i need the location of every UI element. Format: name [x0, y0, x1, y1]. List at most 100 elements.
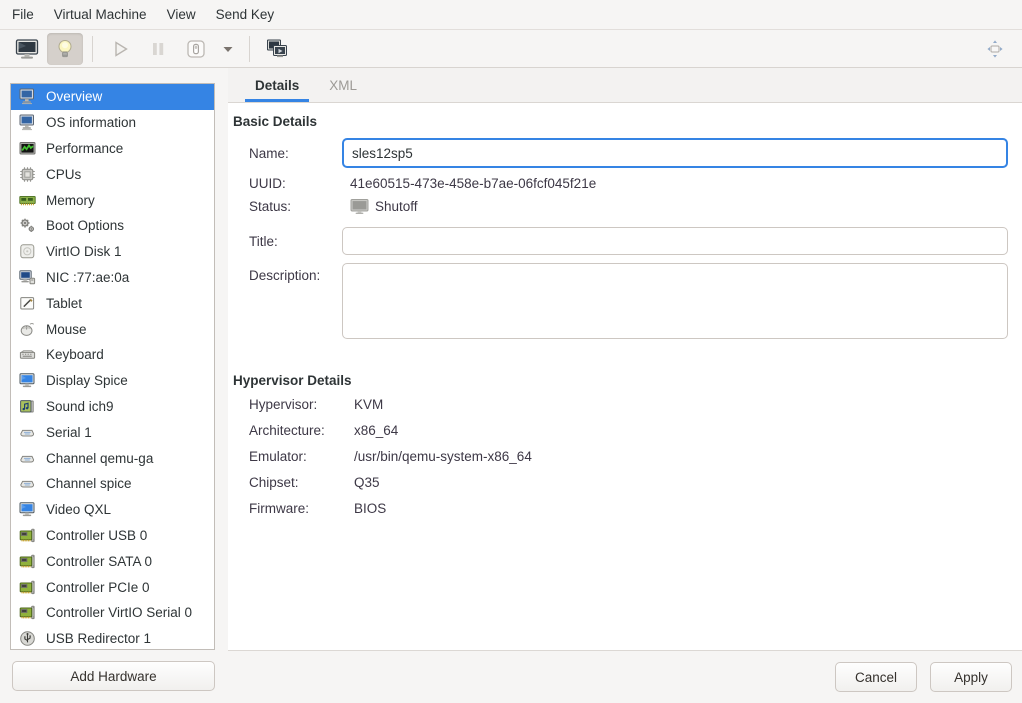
menu-send-key[interactable]: Send Key	[206, 0, 285, 29]
show-console-button[interactable]	[9, 33, 45, 65]
hypervisor-row-label: Architecture:	[249, 423, 342, 438]
shutoff-monitor-icon	[350, 198, 371, 215]
basic-details-heading: Basic Details	[233, 114, 1008, 129]
sidebar-item-tablet[interactable]: Tablet	[11, 290, 214, 316]
sidebar-item-label: USB Redirector 1	[46, 631, 151, 646]
shutdown-icon	[184, 37, 208, 61]
serial-icon	[17, 450, 37, 467]
title-input[interactable]	[342, 227, 1008, 255]
sidebar-item-label: Controller PCIe 0	[46, 580, 150, 595]
hypervisor-row-value: Q35	[342, 475, 380, 490]
sidebar-item-memory[interactable]: Memory	[11, 187, 214, 213]
sidebar-item-controller-sata-0[interactable]: Controller SATA 0	[11, 548, 214, 574]
sidebar-item-boot-options[interactable]: Boot Options	[11, 213, 214, 239]
sidebar-item-label: Controller USB 0	[46, 528, 147, 543]
sidebar-item-controller-usb-0[interactable]: Controller USB 0	[11, 523, 214, 549]
sidebar-item-keyboard[interactable]: Keyboard	[11, 342, 214, 368]
sidebar-item-label: Serial 1	[46, 425, 92, 440]
fullscreen-icon	[983, 37, 1007, 61]
sidebar-item-label: Controller VirtIO Serial 0	[46, 605, 192, 620]
hypervisor-row-architecture: Architecture:x86_64	[233, 423, 1008, 438]
sidebar-item-sound-ich9[interactable]: Sound ich9	[11, 394, 214, 420]
sidebar-item-channel-spice[interactable]: Channel spice	[11, 471, 214, 497]
sidebar-item-usb-redirector-1[interactable]: USB Redirector 1	[11, 626, 214, 650]
sidebar-item-serial-1[interactable]: Serial 1	[11, 419, 214, 445]
console-windows-button[interactable]	[259, 33, 295, 65]
status-label: Status:	[249, 199, 342, 214]
hypervisor-row-label: Firmware:	[249, 501, 342, 516]
hypervisor-row-label: Emulator:	[249, 449, 342, 464]
sidebar-item-cpus[interactable]: CPUs	[11, 161, 214, 187]
sidebar-item-video-qxl[interactable]: Video QXL	[11, 497, 214, 523]
controller-icon	[17, 553, 37, 570]
uuid-value: 41e60515-473e-458e-b7ae-06fcf045f21e	[342, 176, 596, 191]
title-label: Title:	[249, 234, 342, 249]
gears-icon	[17, 217, 37, 234]
lightbulb-icon	[53, 37, 77, 61]
shutdown-button[interactable]	[178, 33, 214, 65]
action-footer: Cancel Apply	[228, 650, 1022, 703]
serial-icon	[17, 424, 37, 441]
sidebar-item-label: Mouse	[46, 322, 87, 337]
cpu-icon	[17, 166, 37, 183]
nic-icon	[17, 269, 37, 286]
menu-file[interactable]: File	[2, 0, 44, 29]
sidebar-item-label: Channel qemu-ga	[46, 451, 153, 466]
hypervisor-row-chipset: Chipset:Q35	[233, 475, 1008, 490]
sidebar-item-controller-virtio-serial-0[interactable]: Controller VirtIO Serial 0	[11, 600, 214, 626]
apply-button[interactable]: Apply	[930, 662, 1012, 692]
sidebar-item-os-information[interactable]: OS information	[11, 110, 214, 136]
name-input[interactable]	[342, 138, 1008, 168]
mouse-icon	[17, 321, 37, 338]
hardware-sidebar: Overview OS information PerformanceCPUs Mem…	[0, 68, 228, 703]
sidebar-item-label: Memory	[46, 193, 95, 208]
sidebar-item-label: Boot Options	[46, 218, 124, 233]
show-hardware-details-button[interactable]	[47, 33, 83, 65]
tablet-icon	[17, 295, 37, 312]
details-content: Basic Details Name: UUID: 41e60515-473e-…	[228, 103, 1022, 650]
menu-virtual-machine[interactable]: Virtual Machine	[44, 0, 157, 29]
hypervisor-row-emulator: Emulator:/usr/bin/qemu-system-x86_64	[233, 449, 1008, 464]
run-button[interactable]	[102, 33, 138, 65]
sidebar-item-label: NIC :77:ae:0a	[46, 270, 129, 285]
display-icon	[17, 372, 37, 389]
sidebar-item-controller-pcie-0[interactable]: Controller PCIe 0	[11, 574, 214, 600]
sidebar-item-label: Sound ich9	[46, 399, 114, 414]
sidebar-item-label: Display Spice	[46, 373, 128, 388]
name-label: Name:	[249, 146, 342, 161]
menu-view[interactable]: View	[157, 0, 206, 29]
monitor-icon	[15, 37, 39, 61]
usb-icon	[17, 630, 37, 647]
toolbar-separator	[92, 36, 93, 62]
add-hardware-button[interactable]: Add Hardware	[12, 661, 215, 691]
sidebar-item-label: Overview	[46, 89, 102, 104]
menubar: File Virtual Machine View Send Key	[0, 0, 1022, 30]
sidebar-item-channel-qemu-ga[interactable]: Channel qemu-ga	[11, 445, 214, 471]
sidebar-item-nic-77-ae-0a[interactable]: NIC :77:ae:0a	[11, 265, 214, 291]
caret-down-icon	[220, 41, 236, 57]
computer-icon	[17, 88, 37, 105]
tab-details[interactable]: Details	[245, 68, 309, 102]
controller-icon	[17, 527, 37, 544]
shutdown-menu-button[interactable]	[216, 33, 240, 65]
sidebar-item-display-spice[interactable]: Display Spice	[11, 368, 214, 394]
tab-xml[interactable]: XML	[319, 68, 367, 102]
sidebar-item-label: Video QXL	[46, 502, 111, 517]
sidebar-item-virtio-disk-1[interactable]: VirtIO Disk 1	[11, 239, 214, 265]
sidebar-item-performance[interactable]: Performance	[11, 136, 214, 162]
pause-button[interactable]	[140, 33, 176, 65]
pause-icon	[146, 37, 170, 61]
hypervisor-rows: Hypervisor:KVM Architecture:x86_64 Emulato…	[233, 397, 1008, 516]
toolbar-separator	[249, 36, 250, 62]
sidebar-item-mouse[interactable]: Mouse	[11, 316, 214, 342]
sidebar-item-label: Channel spice	[46, 476, 132, 491]
sidebar-item-overview[interactable]: Overview	[11, 84, 214, 110]
fullscreen-button[interactable]	[977, 33, 1013, 65]
keyboard-icon	[17, 346, 37, 363]
toolbar	[0, 30, 1022, 68]
cancel-button[interactable]: Cancel	[835, 662, 917, 692]
dual-monitor-icon	[265, 37, 289, 61]
hypervisor-row-hypervisor: Hypervisor:KVM	[233, 397, 1008, 412]
description-input[interactable]	[342, 263, 1008, 339]
sidebar-item-label: OS information	[46, 115, 136, 130]
